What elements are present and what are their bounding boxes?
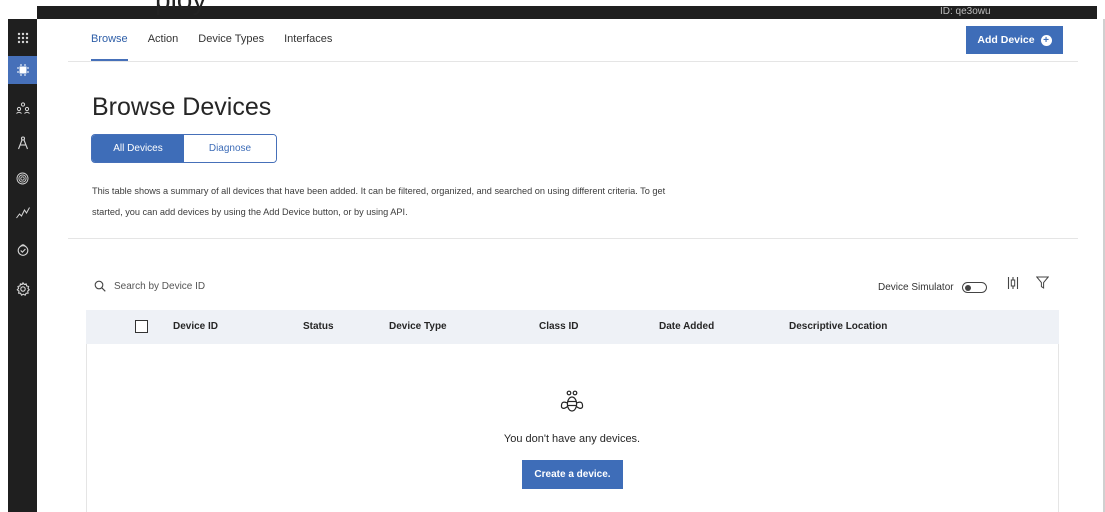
top-strip: ploy ID: qe3owu	[0, 0, 1105, 19]
search-input[interactable]: Search by Device ID	[94, 280, 205, 292]
tabs-divider	[68, 61, 1078, 62]
account-id: ID: qe3owu	[940, 6, 991, 17]
sidebar	[8, 19, 37, 512]
empty-state-message: You don't have any devices.	[503, 433, 641, 445]
column-date-added[interactable]: Date Added	[659, 310, 714, 344]
page-title: Browse Devices	[92, 93, 272, 121]
column-descriptive-location[interactable]: Descriptive Location	[789, 310, 887, 344]
column-status[interactable]: Status	[303, 310, 334, 344]
select-all-checkbox[interactable]	[135, 320, 148, 333]
plus-circle-icon: +	[1040, 34, 1052, 46]
table-header: Device ID Status Device Type Class ID Da…	[86, 310, 1059, 344]
tab-interfaces[interactable]: Interfaces	[284, 19, 332, 61]
compass-icon[interactable]	[8, 129, 37, 157]
analytics-icon[interactable]	[8, 199, 37, 227]
device-simulator-label: Device Simulator	[878, 282, 954, 293]
device-simulator-toggle[interactable]	[961, 282, 987, 293]
diagnose-button[interactable]: Diagnose	[184, 135, 276, 162]
column-device-id[interactable]: Device ID	[173, 310, 218, 344]
add-device-label: Add Device	[977, 34, 1035, 46]
column-device-type[interactable]: Device Type	[389, 310, 447, 344]
apps-grid-icon[interactable]	[8, 24, 37, 52]
column-settings-icon[interactable]	[1007, 276, 1019, 290]
toggle-knob	[964, 284, 971, 291]
add-device-button[interactable]: Add Device +	[966, 26, 1063, 54]
tab-device-types[interactable]: Device Types	[198, 19, 264, 61]
members-icon[interactable]	[8, 94, 37, 122]
view-switcher: All Devices Diagnose	[91, 134, 277, 163]
page-description: This table shows a summary of all device…	[92, 186, 666, 217]
bee-icon	[560, 390, 584, 412]
column-class-id[interactable]: Class ID	[539, 310, 578, 344]
create-device-button[interactable]: Create a device.	[522, 460, 623, 489]
search-icon	[94, 280, 106, 292]
main-tabs: Browse Action Device Types Interfaces	[91, 19, 352, 61]
cropped-heading-text: ploy	[155, 0, 206, 14]
device-simulator: Device Simulator	[878, 282, 987, 293]
settings-icon[interactable]	[8, 275, 37, 303]
search-placeholder: Search by Device ID	[114, 280, 206, 292]
tab-action[interactable]: Action	[148, 19, 179, 61]
tab-browse[interactable]: Browse	[91, 19, 128, 61]
security-icon[interactable]	[8, 235, 37, 263]
all-devices-button[interactable]: All Devices	[92, 135, 184, 162]
filter-icon[interactable]	[1036, 276, 1049, 289]
fingerprint-icon[interactable]	[8, 164, 37, 192]
chip-icon[interactable]	[8, 56, 37, 84]
section-divider	[68, 238, 1078, 239]
